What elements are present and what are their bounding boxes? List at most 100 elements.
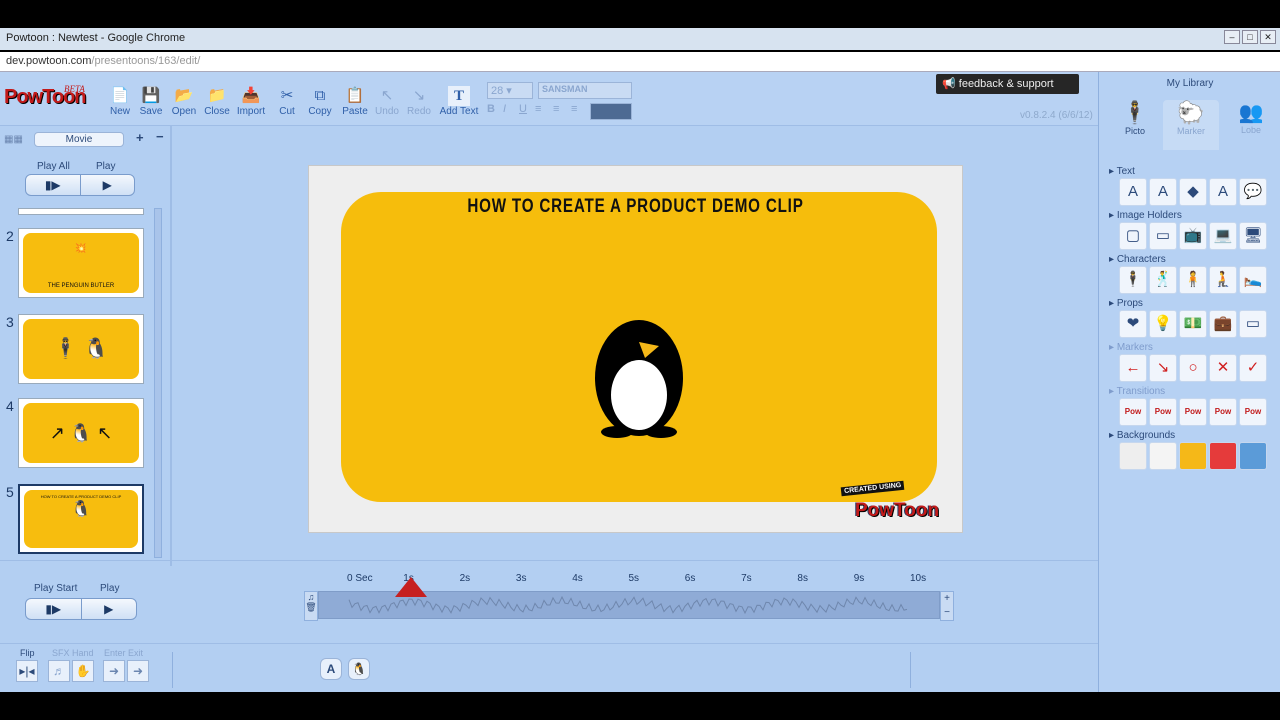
- music-note-icon[interactable]: ♫: [305, 592, 317, 602]
- align-right-button[interactable]: ≡: [571, 103, 587, 115]
- library-item[interactable]: [1179, 442, 1207, 470]
- library-category-markers[interactable]: ▸ Markers: [1109, 342, 1153, 353]
- play-start-button[interactable]: ▮▶: [26, 599, 81, 619]
- stage-canvas[interactable]: HOW TO CREATE A PRODUCT DEMO CLIP CREATE…: [308, 165, 963, 533]
- zoom-in-button[interactable]: +: [941, 592, 953, 606]
- slide-thumbnail[interactable]: 🕴 🐧: [18, 314, 144, 384]
- italic-button[interactable]: I: [503, 103, 517, 115]
- library-category-image-holders[interactable]: ▸ Image Holders: [1109, 210, 1182, 221]
- library-item[interactable]: ❤: [1119, 310, 1147, 338]
- play-all-button[interactable]: ▮▶: [26, 175, 80, 195]
- tab-picto[interactable]: 🕴 Picto: [1107, 100, 1163, 150]
- align-left-button[interactable]: ≡: [535, 103, 551, 115]
- undo-button[interactable]: ↖ Undo: [370, 86, 404, 117]
- library-item[interactable]: 💡: [1149, 310, 1177, 338]
- text-layer-button[interactable]: A: [320, 658, 342, 680]
- library-item[interactable]: A: [1119, 178, 1147, 206]
- library-item[interactable]: Pow: [1209, 398, 1237, 426]
- library-item[interactable]: 💵: [1179, 310, 1207, 338]
- library-item[interactable]: Pow: [1179, 398, 1207, 426]
- library-item[interactable]: 💻: [1209, 222, 1237, 250]
- address-bar[interactable]: dev.powtoon.com/presentoons/163/edit/: [0, 52, 1280, 72]
- penguin-layer-button[interactable]: 🐧: [348, 658, 370, 680]
- penguin-character[interactable]: [587, 300, 691, 440]
- slide-thumbnail-partial[interactable]: [18, 208, 144, 215]
- library-category-props[interactable]: ▸ Props: [1109, 298, 1143, 309]
- new-button[interactable]: 📄 New: [103, 86, 137, 117]
- slides-scrollbar[interactable]: [154, 208, 162, 558]
- slide-thumbnail[interactable]: 💥 THE PENGUIN BUTLER: [18, 228, 144, 298]
- flip-button[interactable]: ▸|◂: [16, 660, 38, 682]
- slide-thumbnail[interactable]: ↗ 🐧 ↖: [18, 398, 144, 468]
- library-item[interactable]: A: [1149, 178, 1177, 206]
- trash-icon[interactable]: 🗑: [305, 602, 317, 613]
- underline-button[interactable]: U: [519, 103, 533, 115]
- timeline-playhead[interactable]: [395, 577, 428, 597]
- play-button[interactable]: ▶: [80, 599, 137, 619]
- library-item[interactable]: 🧍: [1179, 266, 1207, 294]
- bold-button[interactable]: B: [487, 103, 501, 115]
- cut-button[interactable]: ✂ Cut: [270, 86, 304, 117]
- enter-button[interactable]: ➜: [103, 660, 125, 682]
- library-category-characters[interactable]: ▸ Characters: [1109, 254, 1166, 265]
- tab-lobe[interactable]: 👥 Lobe: [1223, 100, 1279, 150]
- library-item[interactable]: 🖥: [1239, 222, 1267, 250]
- open-button[interactable]: 📂 Open: [167, 86, 201, 117]
- view-mode-icons[interactable]: ▦▦: [4, 134, 23, 145]
- import-button[interactable]: 📥 Import: [234, 86, 268, 117]
- view-select[interactable]: Movie: [34, 132, 124, 147]
- library-item[interactable]: ✕: [1209, 354, 1237, 382]
- play-button[interactable]: ▶: [79, 175, 135, 195]
- library-item[interactable]: Pow: [1239, 398, 1267, 426]
- font-size-select[interactable]: 28 ▾: [487, 82, 533, 99]
- minimize-button[interactable]: –: [1224, 30, 1240, 44]
- exit-button[interactable]: ➜: [127, 660, 149, 682]
- library-category-transitions[interactable]: ▸ Transitions: [1109, 386, 1165, 397]
- library-item[interactable]: [1119, 442, 1147, 470]
- library-item[interactable]: [1239, 442, 1267, 470]
- library-item[interactable]: ▭: [1239, 310, 1267, 338]
- align-center-button[interactable]: ≡: [553, 103, 569, 115]
- remove-slide-button[interactable]: −: [156, 129, 164, 144]
- hand-button[interactable]: ✋: [72, 660, 94, 682]
- library-category-text[interactable]: ▸ Text: [1109, 166, 1135, 177]
- close-window-button[interactable]: ✕: [1260, 30, 1276, 44]
- add-text-button[interactable]: T Add Text: [438, 86, 480, 117]
- slide-thumbnail-selected[interactable]: HOW TO CREATE A PRODUCT DEMO CLIP 🐧: [18, 484, 144, 554]
- close-button[interactable]: 📁 Close: [200, 86, 234, 117]
- copy-button[interactable]: ⧉ Copy: [303, 86, 337, 117]
- library-item[interactable]: ○: [1179, 354, 1207, 382]
- zoom-out-button[interactable]: −: [941, 606, 953, 620]
- library-item[interactable]: 💼: [1209, 310, 1237, 338]
- library-item[interactable]: ←: [1119, 354, 1147, 382]
- library-item[interactable]: 💬: [1239, 178, 1267, 206]
- library-category-backgrounds[interactable]: ▸ Backgrounds: [1109, 430, 1175, 441]
- font-name-select[interactable]: SANSMAN: [538, 82, 632, 99]
- library-item[interactable]: [1149, 442, 1177, 470]
- slide-title-text[interactable]: HOW TO CREATE A PRODUCT DEMO CLIP: [374, 196, 896, 218]
- sfx-button[interactable]: ♬: [48, 660, 70, 682]
- redo-button[interactable]: ↘ Redo: [402, 86, 436, 117]
- library-item[interactable]: [1209, 442, 1237, 470]
- library-item[interactable]: 📺: [1179, 222, 1207, 250]
- save-button[interactable]: 💾 Save: [134, 86, 168, 117]
- library-item[interactable]: Pow: [1149, 398, 1177, 426]
- add-slide-button[interactable]: +: [136, 130, 144, 145]
- library-item[interactable]: 🕺: [1149, 266, 1177, 294]
- library-item[interactable]: 🕴: [1119, 266, 1147, 294]
- library-item[interactable]: ▭: [1149, 222, 1177, 250]
- library-item[interactable]: ▢: [1119, 222, 1147, 250]
- library-item[interactable]: A: [1209, 178, 1237, 206]
- library-item[interactable]: Pow: [1119, 398, 1147, 426]
- library-item[interactable]: ◆: [1179, 178, 1207, 206]
- library-item[interactable]: 🧎: [1209, 266, 1237, 294]
- library-item[interactable]: 🛌: [1239, 266, 1267, 294]
- library-item[interactable]: ✓: [1239, 354, 1267, 382]
- maximize-button[interactable]: □: [1242, 30, 1258, 44]
- tab-marker[interactable]: 🐑 Marker: [1163, 100, 1219, 150]
- feedback-support-button[interactable]: 📢 feedback & support: [936, 74, 1079, 94]
- text-color-picker[interactable]: [590, 103, 632, 120]
- library-item[interactable]: ↘: [1149, 354, 1177, 382]
- object-properties-bar: Flip SFX Hand Enter Exit ▸|◂ ♬ ✋ ➜ ➜ A 🐧: [0, 643, 1098, 692]
- paste-button[interactable]: 📋 Paste: [338, 86, 372, 117]
